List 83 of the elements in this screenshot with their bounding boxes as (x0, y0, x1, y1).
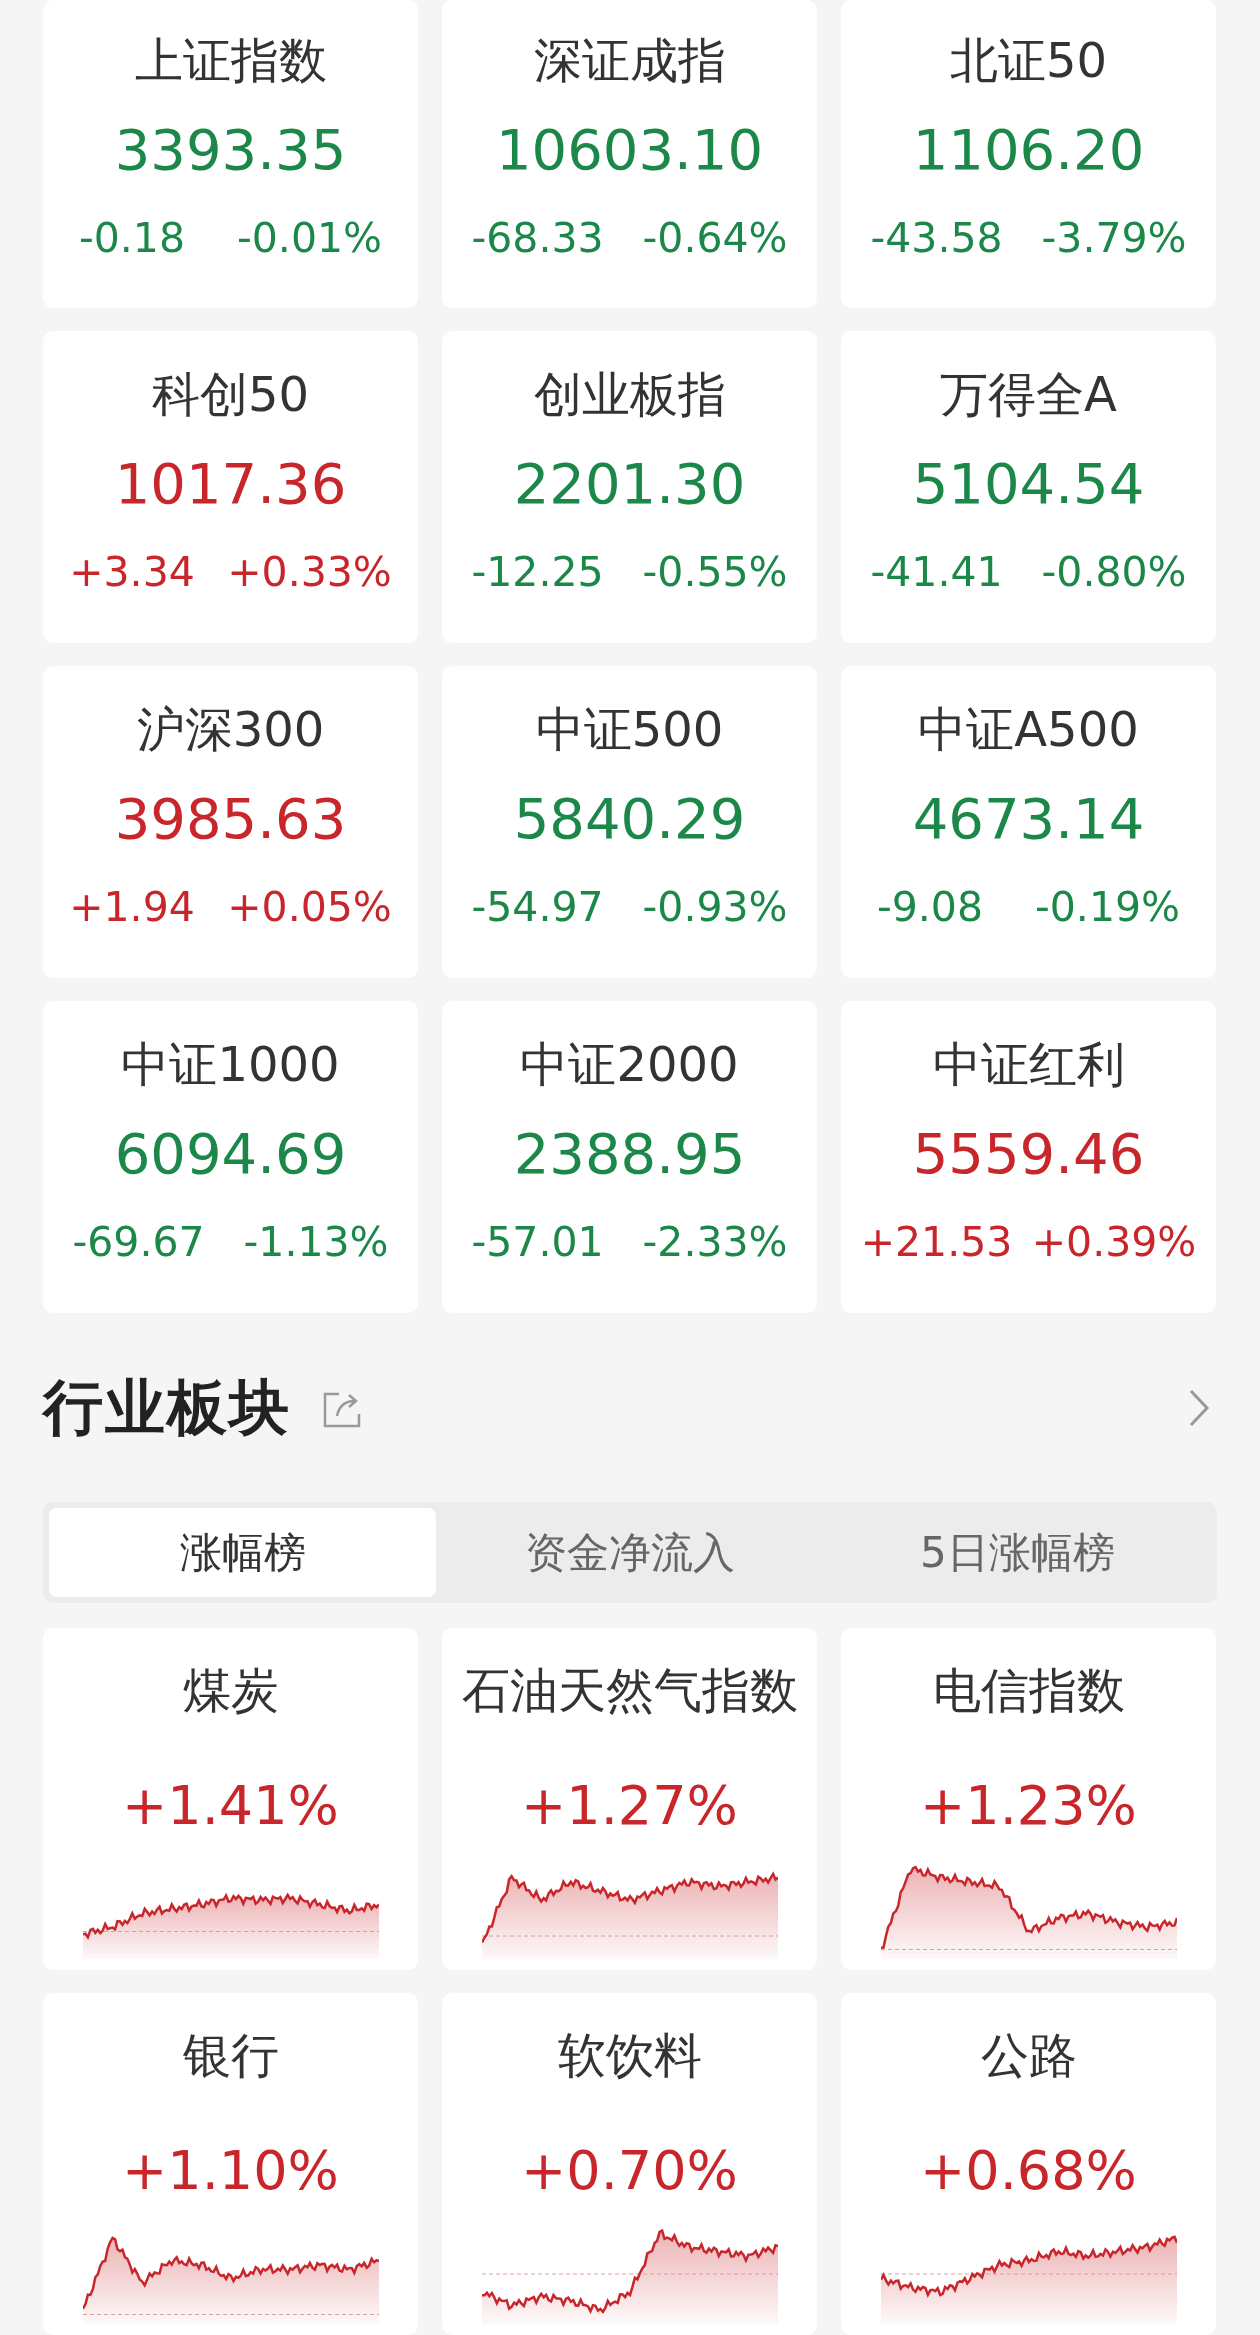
change-amount: -9.08 (876, 884, 984, 930)
change-amount: -12.25 (471, 549, 604, 595)
change-amount: -41.41 (870, 549, 1003, 595)
sector-percent: +0.70% (521, 2140, 738, 2202)
sector-percent: +1.27% (521, 1775, 738, 1837)
change-amount: +21.53 (860, 1219, 1013, 1265)
sector-name: 软饮料 (557, 2026, 702, 2085)
sector-percent: +1.41% (122, 1775, 339, 1837)
index-card[interactable]: 科创50 1017.36 +3.34 +0.33% (43, 331, 418, 643)
index-card[interactable]: 中证A500 4673.14 -9.08 -0.19% (841, 666, 1216, 978)
change-amount: -0.18 (78, 215, 186, 261)
sector-card[interactable]: 公路 +0.68% (841, 1993, 1216, 2335)
change-percent: -0.64% (642, 215, 788, 261)
index-card[interactable]: 沪深300 3985.63 +1.94 +0.05% (43, 666, 418, 978)
index-name: 万得全A (940, 365, 1117, 424)
index-card[interactable]: 中证500 5840.29 -54.97 -0.93% (442, 666, 817, 978)
change-amount: -57.01 (471, 1219, 604, 1265)
index-value: 5104.54 (912, 452, 1145, 516)
index-name: 中证500 (535, 700, 724, 759)
index-name: 科创50 (151, 365, 310, 424)
index-card[interactable]: 万得全A 5104.54 -41.41 -0.80% (841, 331, 1216, 643)
index-value: 1106.20 (912, 118, 1145, 182)
index-card[interactable]: 上证指数 3393.35 -0.18 -0.01% (43, 0, 418, 308)
index-value: 4673.14 (912, 787, 1145, 851)
tab[interactable]: 5日涨幅榜 (823, 1508, 1211, 1597)
sector-name: 石油天然气指数 (461, 1661, 798, 1720)
change-percent: -0.19% (1034, 884, 1180, 930)
index-card[interactable]: 中证红利 5559.46 +21.53 +0.39% (841, 1001, 1216, 1313)
sector-percent: +1.10% (122, 2140, 339, 2202)
index-name: 沪深300 (136, 700, 325, 759)
index-name: 北证50 (949, 31, 1108, 90)
index-name: 创业板指 (533, 365, 726, 424)
change-amount: -68.33 (471, 215, 604, 261)
change-amount: +1.94 (69, 884, 195, 930)
index-value: 2388.95 (513, 1122, 746, 1186)
index-value: 10603.10 (495, 118, 764, 182)
change-percent: -0.01% (236, 215, 382, 261)
sector-percent: +0.68% (920, 2140, 1137, 2202)
index-value: 3393.35 (114, 118, 347, 182)
sector-card[interactable]: 软饮料 +0.70% (442, 1993, 817, 2335)
change-percent: -2.33% (642, 1219, 788, 1265)
index-value: 3985.63 (114, 787, 347, 851)
index-card[interactable]: 中证1000 6094.69 -69.67 -1.13% (43, 1001, 418, 1313)
index-value: 5840.29 (513, 787, 746, 851)
index-name: 深证成指 (533, 31, 726, 90)
sector-card[interactable]: 银行 +1.10% (43, 1993, 418, 2335)
sector-name: 煤炭 (182, 1661, 279, 1720)
index-card[interactable]: 中证2000 2388.95 -57.01 -2.33% (442, 1001, 817, 1313)
index-card[interactable]: 深证成指 10603.10 -68.33 -0.64% (442, 0, 817, 308)
change-percent: +0.33% (227, 549, 392, 595)
index-value: 6094.69 (114, 1122, 347, 1186)
index-name: 中证2000 (520, 1035, 739, 1094)
change-percent: +0.39% (1031, 1219, 1197, 1265)
chevron-right-icon[interactable] (1188, 1388, 1210, 1428)
sector-percent: +1.23% (920, 1775, 1137, 1837)
sector-name: 电信指数 (932, 1661, 1125, 1720)
change-percent: -3.79% (1041, 215, 1187, 261)
change-percent: -1.13% (243, 1219, 389, 1265)
index-card[interactable]: 北证50 1106.20 -43.58 -3.79% (841, 0, 1216, 308)
section-title: 行业板块 (43, 1370, 291, 1444)
change-percent: -0.93% (642, 884, 788, 930)
index-name: 中证红利 (932, 1035, 1125, 1094)
index-value: 2201.30 (513, 452, 746, 516)
index-value: 1017.36 (114, 452, 347, 516)
tab[interactable]: 资金净流入 (436, 1508, 824, 1597)
change-amount: -43.58 (870, 215, 1003, 261)
index-name: 上证指数 (134, 31, 327, 90)
index-name: 中证A500 (918, 700, 1139, 759)
index-value: 5559.46 (912, 1122, 1145, 1186)
change-amount: +3.34 (69, 549, 195, 595)
change-percent: +0.05% (227, 884, 392, 930)
sector-name: 银行 (182, 2026, 279, 2085)
sector-card[interactable]: 电信指数 +1.23% (841, 1628, 1216, 1970)
change-amount: -54.97 (471, 884, 604, 930)
sector-card[interactable]: 煤炭 +1.41% (43, 1628, 418, 1970)
sector-card[interactable]: 石油天然气指数 +1.27% (442, 1628, 817, 1970)
index-card[interactable]: 创业板指 2201.30 -12.25 -0.55% (442, 331, 817, 643)
change-percent: -0.55% (642, 549, 788, 595)
tab[interactable]: 涨幅榜 (49, 1508, 437, 1597)
index-name: 中证1000 (121, 1035, 340, 1094)
change-percent: -0.80% (1041, 549, 1187, 595)
sector-name: 公路 (980, 2026, 1077, 2085)
change-amount: -69.67 (72, 1219, 205, 1265)
